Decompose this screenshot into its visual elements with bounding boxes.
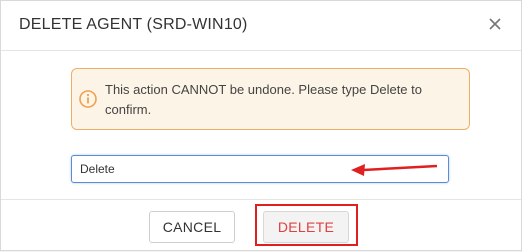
- delete-button[interactable]: DELETE: [263, 211, 349, 243]
- left-arrow-icon: [349, 160, 439, 180]
- cancel-button[interactable]: CANCEL: [149, 211, 235, 243]
- warning-alert: This action CANNOT be undone. Please typ…: [71, 68, 470, 130]
- close-icon[interactable]: [485, 14, 505, 34]
- info-icon: [78, 89, 98, 109]
- dialog-footer: CANCEL DELETE: [1, 199, 521, 252]
- delete-agent-dialog: DELETE AGENT (SRD-WIN10) This action CAN…: [0, 0, 522, 251]
- dialog-header: DELETE AGENT (SRD-WIN10): [1, 1, 521, 51]
- alert-message: This action CANNOT be undone. Please typ…: [105, 82, 422, 117]
- dialog-title: DELETE AGENT (SRD-WIN10): [19, 16, 248, 33]
